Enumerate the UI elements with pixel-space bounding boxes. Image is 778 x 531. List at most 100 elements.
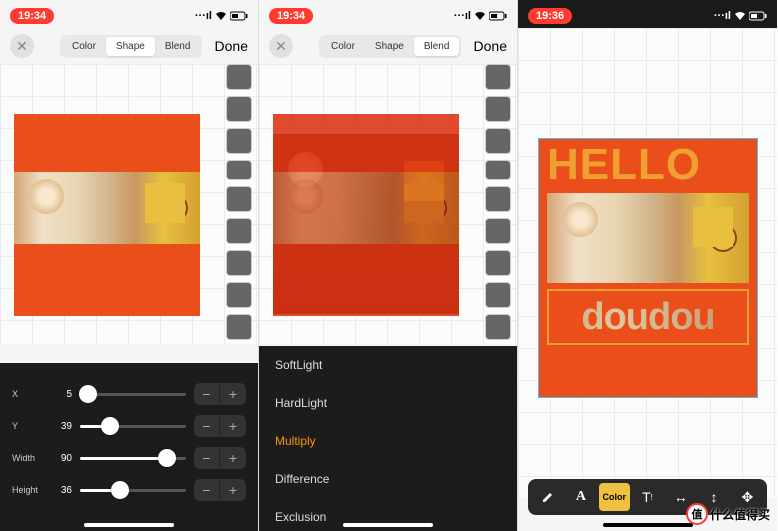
swatch[interactable] (226, 160, 252, 180)
slider-row-y: Y 39 −+ (12, 415, 246, 437)
status-bar: 19:34 ···ıl (259, 0, 517, 28)
canvas[interactable] (0, 64, 258, 344)
swatch[interactable] (485, 96, 511, 122)
status-time: 19:36 (528, 8, 572, 24)
poster[interactable]: HELLO doudou (538, 138, 758, 398)
slider-row-width: Width 90 −+ (12, 447, 246, 469)
stepper-plus[interactable]: + (220, 479, 246, 501)
close-button[interactable]: ✕ (269, 34, 293, 58)
stepper-minus[interactable]: − (194, 479, 220, 501)
stepper: −+ (194, 479, 246, 501)
editor-toolbar: ✕ Color Shape Blend Done (0, 28, 258, 64)
close-button[interactable]: ✕ (10, 34, 34, 58)
blend-option-multiply[interactable]: Multiply (259, 422, 517, 460)
tab-shape[interactable]: Shape (106, 37, 155, 56)
swatch-column (226, 64, 252, 340)
slider-label: Y (12, 421, 44, 431)
status-bar: 19:36 ···ıl (518, 0, 777, 28)
status-indicators: ···ıl (195, 10, 248, 22)
swatch[interactable] (226, 186, 252, 212)
swatch[interactable] (226, 64, 252, 90)
canvas[interactable] (259, 64, 517, 344)
phone-screen-blend: 19:34 ···ıl ✕ Color Shape Blend Done (259, 0, 518, 531)
mode-segmented-control: Color Shape Blend (60, 35, 202, 58)
text-style-button[interactable]: T! (632, 483, 663, 511)
swatch[interactable] (485, 314, 511, 340)
home-indicator (603, 523, 693, 527)
blend-panel: SoftLightHardLightMultiplyDifferenceExcl… (259, 346, 517, 531)
status-time: 19:34 (269, 8, 313, 24)
blend-option-softlight[interactable]: SoftLight (259, 346, 517, 384)
phone-screen-result: 19:36 ···ıl HELLO doudou A Color T! ↔ ↕ … (518, 0, 777, 531)
status-indicators: ···ıl (454, 10, 507, 22)
tab-color[interactable]: Color (62, 37, 106, 56)
slider-label: Width (12, 453, 44, 463)
slider[interactable] (80, 457, 186, 460)
tab-blend[interactable]: Blend (414, 37, 460, 56)
slider-value: 39 (52, 421, 72, 432)
watermark: 值 什么值得买 (686, 503, 770, 525)
slider[interactable] (80, 425, 186, 428)
swatch[interactable] (485, 160, 511, 180)
swatch[interactable] (485, 250, 511, 276)
color-button[interactable]: Color (599, 483, 630, 511)
stepper-minus[interactable]: − (194, 415, 220, 437)
swatch[interactable] (226, 250, 252, 276)
slider-row-x: X5 −+ (12, 383, 246, 405)
poster-subtitle: doudou (547, 289, 749, 345)
swatch[interactable] (226, 96, 252, 122)
swatch[interactable] (226, 128, 252, 154)
status-indicators: ···ıl (714, 10, 767, 22)
stepper: −+ (194, 383, 246, 405)
stepper-plus[interactable]: + (220, 415, 246, 437)
slider-value: 36 (52, 485, 72, 496)
home-indicator (343, 523, 433, 527)
stepper-plus[interactable]: + (220, 447, 246, 469)
watermark-text: 什么值得买 (710, 506, 770, 523)
slider[interactable] (80, 489, 186, 492)
stepper: −+ (194, 415, 246, 437)
done-button[interactable]: Done (474, 38, 507, 54)
editor-toolbar: ✕ Color Shape Blend Done (259, 28, 517, 64)
slider[interactable] (80, 393, 186, 396)
slider-value: 5 (52, 389, 72, 400)
edit-text-button[interactable] (532, 483, 563, 511)
tab-color[interactable]: Color (321, 37, 365, 56)
swatch[interactable] (226, 218, 252, 244)
swatch[interactable] (485, 282, 511, 308)
stepper: −+ (194, 447, 246, 469)
tab-blend[interactable]: Blend (155, 37, 201, 56)
font-button[interactable]: A (565, 483, 596, 511)
status-bar: 19:34 ···ıl (0, 0, 258, 28)
done-button[interactable]: Done (215, 38, 248, 54)
blend-option-difference[interactable]: Difference (259, 460, 517, 498)
shape-rectangle-blended[interactable] (273, 114, 459, 316)
stepper-plus[interactable]: + (220, 383, 246, 405)
swatch[interactable] (485, 186, 511, 212)
tab-shape[interactable]: Shape (365, 37, 414, 56)
shape-panel: X5−+Y39−+Width90−+Height36−+ (0, 363, 258, 531)
swatch[interactable] (485, 128, 511, 154)
slider-label: X (12, 389, 44, 399)
stepper-minus[interactable]: − (194, 447, 220, 469)
slider-row-height: Height 36 −+ (12, 479, 246, 501)
slider-label: Height (12, 485, 44, 495)
swatch[interactable] (485, 218, 511, 244)
status-time: 19:34 (10, 8, 54, 24)
blend-option-hardlight[interactable]: HardLight (259, 384, 517, 422)
mode-segmented-control: Color Shape Blend (319, 35, 461, 58)
poster-title: HELLO (539, 139, 757, 187)
canvas[interactable]: HELLO doudou (518, 28, 777, 498)
slider-value: 90 (52, 453, 72, 464)
watermark-badge: 值 (686, 503, 708, 525)
swatch-column (485, 64, 511, 340)
swatch[interactable] (226, 282, 252, 308)
phone-screen-shape: 19:34 ···ıl ✕ Color Shape Blend Done (0, 0, 259, 531)
poster-photo (547, 193, 749, 283)
stepper-minus[interactable]: − (194, 383, 220, 405)
photo-layer (14, 172, 200, 244)
home-indicator (84, 523, 174, 527)
shape-rectangle[interactable] (14, 114, 200, 316)
swatch[interactable] (226, 314, 252, 340)
swatch[interactable] (485, 64, 511, 90)
